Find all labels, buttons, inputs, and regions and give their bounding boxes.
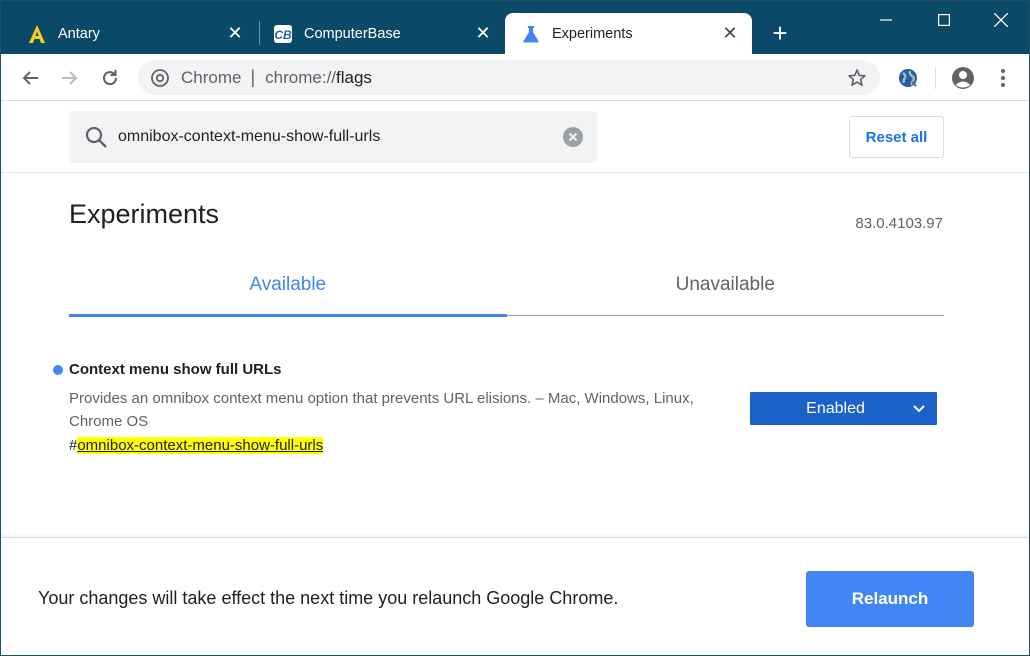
- search-icon: [82, 123, 110, 151]
- browser-toolbar: Chrome | chrome://flags: [1, 54, 1029, 101]
- arrow-right-icon: [62, 71, 78, 85]
- search-box: [69, 111, 597, 163]
- flags-header: Reset all: [1, 101, 1029, 173]
- arrow-left-icon: [22, 71, 38, 85]
- close-icon[interactable]: ✕: [720, 23, 740, 44]
- bookmark-star-icon[interactable]: [842, 63, 872, 93]
- relaunch-footer: Your changes will take effect the next t…: [1, 537, 1029, 655]
- profile-button[interactable]: [948, 63, 978, 93]
- tab-computerbase[interactable]: CB ComputerBase ✕: [263, 13, 503, 54]
- relaunch-message: Your changes will take effect the next t…: [38, 588, 619, 608]
- address-bar[interactable]: Chrome | chrome://flags: [138, 60, 880, 95]
- more-vert-icon: [1001, 69, 1005, 87]
- svg-text:CB: CB: [274, 28, 292, 42]
- relaunch-button[interactable]: Relaunch: [806, 571, 974, 627]
- modified-indicator-dot: [53, 365, 63, 375]
- experiment-name: Context menu show full URLs: [69, 361, 282, 378]
- tab-available[interactable]: Available: [69, 262, 507, 317]
- flags-content: Experiments 83.0.4103.97 Available Unava…: [1, 174, 1029, 536]
- url-prefix: chrome://: [265, 67, 337, 87]
- chevron-down-icon: [909, 404, 929, 413]
- omnibox-url[interactable]: chrome://flags: [265, 68, 842, 88]
- tab-strip: Antary ✕ CB ComputerBase ✕ Experiments ✕…: [1, 1, 1029, 54]
- tab-separator: [259, 21, 260, 45]
- avatar-icon: [952, 67, 974, 89]
- flask-icon: [521, 24, 541, 44]
- clear-search-button[interactable]: [561, 125, 585, 149]
- chrome-icon: [149, 67, 171, 89]
- experiment-anchor-link[interactable]: omnibox-context-menu-show-full-urls: [77, 437, 324, 454]
- tab-antary[interactable]: Antary ✕: [17, 13, 255, 54]
- experiment-description: Provides an omnibox context menu option …: [69, 390, 694, 430]
- tab-title: Experiments: [552, 25, 633, 42]
- toolbar-divider: [935, 67, 936, 89]
- experiment-tabs: Available Unavailable: [69, 262, 945, 317]
- browser-window: Antary ✕ CB ComputerBase ✕ Experiments ✕…: [0, 0, 1030, 656]
- menu-button[interactable]: [988, 63, 1018, 93]
- maximize-icon: [938, 14, 950, 26]
- clear-icon: [563, 127, 583, 147]
- close-icon: [994, 13, 1008, 27]
- reset-all-button[interactable]: Reset all: [849, 116, 944, 158]
- maximize-button[interactable]: [915, 1, 973, 39]
- omnibox-scheme: Chrome: [181, 67, 242, 87]
- omnibox-divider: |: [250, 67, 256, 87]
- experiment-permalink: #omnibox-context-menu-show-full-urls: [69, 437, 324, 454]
- close-icon[interactable]: ✕: [225, 23, 245, 44]
- new-tab-button[interactable]: +: [767, 20, 793, 47]
- window-close-button[interactable]: [972, 1, 1029, 39]
- experiment-state-select[interactable]: Enabled: [750, 392, 937, 425]
- url-path: flags: [336, 67, 372, 87]
- tab-unavailable[interactable]: Unavailable: [507, 262, 945, 315]
- computerbase-icon: CB: [273, 24, 293, 44]
- close-icon[interactable]: ✕: [473, 23, 493, 44]
- forward-button[interactable]: [55, 63, 85, 93]
- extension-globe-button[interactable]: [893, 63, 923, 93]
- page-title: Experiments: [69, 199, 220, 229]
- back-button[interactable]: [15, 63, 45, 93]
- minimize-icon: [880, 19, 892, 21]
- tab-title: Antary: [58, 25, 100, 42]
- select-value: Enabled: [806, 399, 865, 417]
- tab-experiments[interactable]: Experiments ✕: [505, 13, 752, 54]
- version-label: 83.0.4103.97: [855, 215, 943, 232]
- antary-icon: [27, 24, 47, 44]
- search-input[interactable]: [118, 128, 561, 146]
- globe-icon: [899, 69, 917, 87]
- tab-title: ComputerBase: [304, 25, 401, 42]
- reload-icon: [103, 70, 118, 86]
- minimize-button[interactable]: [857, 1, 915, 39]
- reload-button[interactable]: [95, 63, 125, 93]
